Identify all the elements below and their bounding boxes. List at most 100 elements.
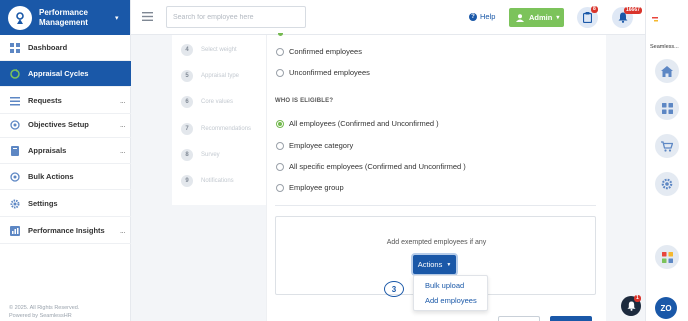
step-label: Select weight bbox=[201, 47, 237, 53]
cycle-icon bbox=[10, 68, 20, 79]
brand-header[interactable]: Performance Management ▾ bbox=[0, 0, 130, 35]
step-number: 8 bbox=[181, 149, 193, 161]
cart-button[interactable] bbox=[655, 134, 679, 158]
sidebar-item-label: Bulk Actions bbox=[28, 172, 74, 181]
cart-icon bbox=[661, 140, 673, 152]
step-label: Survey bbox=[201, 152, 220, 158]
sidebar-item-label: Objectives Setup bbox=[28, 120, 89, 129]
radio-circle-checked[interactable] bbox=[276, 119, 284, 128]
chevron-down-icon: ▾ bbox=[556, 15, 560, 21]
sidebar-item-appraisal-cycles[interactable]: Appraisal Cycles bbox=[0, 61, 131, 87]
step-label: Recommendations bbox=[201, 126, 252, 132]
radio-employee-group[interactable]: Employee group bbox=[276, 183, 344, 192]
radio-circle[interactable] bbox=[276, 47, 284, 56]
right-rail: Seamless... bbox=[645, 0, 688, 321]
rail-logo bbox=[650, 10, 668, 28]
home-icon bbox=[661, 65, 673, 77]
radio-all-employees[interactable]: All employees (Confirmed and Unconfirmed… bbox=[276, 119, 439, 128]
sidebar-item-label: Performance Insights bbox=[28, 226, 105, 235]
widgets-button[interactable] bbox=[655, 245, 679, 269]
sidebar-item-requests[interactable]: Requests ... bbox=[0, 88, 131, 114]
sidebar: Performance Management ▾ Dashboard Appra… bbox=[0, 0, 131, 321]
sidebar-item-settings[interactable]: Settings bbox=[0, 191, 131, 217]
app-logo bbox=[8, 5, 32, 30]
rail-brand-label: Seamless... bbox=[650, 44, 679, 50]
clipboard-badge: 8 bbox=[591, 6, 598, 13]
radio-label: Employee group bbox=[289, 183, 344, 192]
more-icon[interactable]: ... bbox=[120, 226, 126, 235]
steps-panel: 4 Select weight 5 Appraisal type 6 Core … bbox=[172, 35, 266, 205]
step-number: 7 bbox=[181, 123, 193, 135]
notifications-button[interactable]: 16667 bbox=[612, 7, 642, 28]
settings-button[interactable] bbox=[655, 172, 679, 196]
radio-label: Confirmed employees bbox=[289, 47, 362, 56]
copyright: © 2025. All Rights Reserved. Powered by … bbox=[9, 304, 79, 320]
powered-by-text: Powered by SeamlessHR bbox=[9, 313, 72, 319]
clipboard-button[interactable]: 8 bbox=[577, 6, 598, 28]
back-button[interactable] bbox=[498, 316, 540, 321]
step-item[interactable]: 8 Survey bbox=[181, 149, 220, 161]
step-number: 5 bbox=[181, 70, 193, 82]
insights-icon bbox=[10, 225, 20, 236]
step-label: Core values bbox=[201, 99, 234, 105]
sidebar-item-dashboard[interactable]: Dashboard bbox=[0, 35, 131, 61]
radio-circle[interactable] bbox=[276, 162, 284, 171]
actions-dropdown-button[interactable]: Actions ▼ bbox=[413, 255, 456, 274]
avatar-button[interactable]: ZO bbox=[655, 297, 677, 319]
step-item[interactable]: 5 Appraisal type bbox=[181, 70, 239, 82]
step-item[interactable]: 7 Recommendations bbox=[181, 123, 251, 135]
book-icon bbox=[11, 145, 19, 156]
radio-confirmed-employees[interactable]: Confirmed employees bbox=[276, 47, 362, 56]
step-label: Notifications bbox=[201, 178, 234, 184]
radio-unconfirmed-employees[interactable]: Unconfirmed employees bbox=[276, 68, 370, 77]
radio-employee-category[interactable]: Employee category bbox=[276, 141, 353, 150]
target-icon bbox=[10, 171, 20, 182]
topbar: ? Help Admin ▾ 8 16667 bbox=[131, 0, 645, 35]
step-label: Appraisal type bbox=[201, 73, 240, 79]
menu-item-bulk-upload[interactable]: Bulk upload bbox=[425, 281, 464, 290]
actions-label: Actions bbox=[417, 260, 443, 269]
sidebar-item-label: Appraisals bbox=[28, 146, 67, 155]
step-marker: 3 bbox=[384, 281, 404, 297]
floating-notification-button[interactable]: 1 bbox=[621, 295, 641, 316]
menu-item-add-employees[interactable]: Add employees bbox=[425, 296, 477, 305]
more-icon[interactable]: ... bbox=[120, 146, 126, 155]
radio-circle[interactable] bbox=[276, 183, 284, 192]
home-button[interactable] bbox=[655, 59, 679, 83]
sidebar-item-bulk-actions[interactable]: Bulk Actions bbox=[0, 164, 131, 190]
help-icon: ? bbox=[469, 12, 477, 21]
radio-label: All specific employees (Confirmed and Un… bbox=[289, 162, 466, 171]
more-icon[interactable]: ... bbox=[120, 96, 126, 105]
list-icon bbox=[10, 96, 20, 105]
next-button[interactable] bbox=[550, 316, 592, 321]
search-input[interactable] bbox=[166, 6, 306, 28]
main-form: Confirmed employees Unconfirmed employee… bbox=[266, 33, 606, 321]
hamburger-icon[interactable] bbox=[142, 12, 153, 21]
copyright-text: © 2025. All Rights Reserved. bbox=[9, 305, 80, 311]
step-item[interactable]: 4 Select weight bbox=[181, 44, 237, 56]
radio-all-specific-employees[interactable]: All specific employees (Confirmed and Un… bbox=[276, 162, 466, 171]
dashboard-icon bbox=[10, 42, 20, 53]
radio-circle[interactable] bbox=[276, 68, 284, 77]
help-link[interactable]: ? Help bbox=[469, 12, 495, 21]
target-icon bbox=[10, 119, 20, 130]
more-icon[interactable]: ... bbox=[120, 120, 126, 129]
sidebar-item-label: Settings bbox=[28, 199, 58, 208]
caret-down-icon: ▼ bbox=[446, 261, 452, 268]
divider bbox=[275, 205, 596, 206]
user-icon bbox=[516, 13, 524, 22]
sidebar-item-appraisals[interactable]: Appraisals ... bbox=[0, 138, 131, 164]
sidebar-item-performance-insights[interactable]: Performance Insights ... bbox=[0, 218, 131, 244]
radio-label: Unconfirmed employees bbox=[289, 68, 370, 77]
step-item[interactable]: 6 Core values bbox=[181, 96, 233, 108]
step-number: 4 bbox=[181, 44, 193, 56]
step-item[interactable]: 9 Notifications bbox=[181, 175, 234, 187]
radio-circle[interactable] bbox=[276, 141, 284, 150]
admin-dropdown-button[interactable]: Admin ▾ bbox=[509, 8, 564, 27]
sidebar-item-objectives-setup[interactable]: Objectives Setup ... bbox=[0, 112, 131, 138]
app-title: Performance Management bbox=[39, 7, 88, 27]
apps-button[interactable] bbox=[655, 96, 679, 120]
actions-dropdown-menu: Bulk upload Add employees bbox=[413, 275, 488, 311]
sidebar-item-label: Appraisal Cycles bbox=[28, 69, 89, 78]
chevron-down-icon[interactable]: ▾ bbox=[115, 14, 119, 22]
